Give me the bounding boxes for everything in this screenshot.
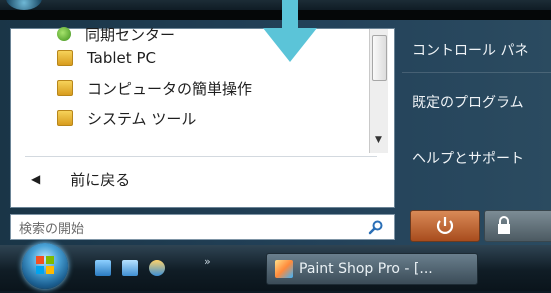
- windows-logo-icon: [36, 256, 54, 274]
- right-pane: コントロール パネ 既定のプログラム ヘルプとサポート: [402, 20, 551, 210]
- search-icon[interactable]: [368, 219, 384, 235]
- quick-launch-more-icon[interactable]: »: [204, 255, 211, 268]
- program-label: Tablet PC: [87, 49, 156, 67]
- back-arrow-icon: ◀: [31, 172, 41, 186]
- lock-button[interactable]: [484, 210, 551, 242]
- taskbar: » Paint Shop Pro - [...: [0, 243, 551, 291]
- orb-reflection: [6, 0, 42, 10]
- sync-center-icon: [57, 27, 71, 41]
- program-label: 同期センター: [85, 25, 176, 44]
- scroll-thumb[interactable]: [372, 35, 387, 81]
- program-item-system-tools[interactable]: システム ツール: [21, 103, 371, 133]
- switch-windows-icon[interactable]: [122, 260, 138, 276]
- programs-scrollbar[interactable]: ▼: [369, 29, 388, 153]
- folder-icon: [57, 50, 73, 66]
- down-arrow-icon: [263, 0, 317, 62]
- scroll-down-icon[interactable]: ▼: [375, 135, 382, 145]
- back-label: 前に戻る: [70, 170, 131, 189]
- divider: [25, 156, 377, 157]
- paint-shop-pro-icon: [275, 260, 293, 278]
- default-programs-link[interactable]: 既定のプログラム: [412, 92, 524, 112]
- program-item-ease-of-access[interactable]: コンピュータの簡単操作: [21, 73, 371, 103]
- folder-icon: [57, 80, 73, 96]
- start-button[interactable]: [22, 243, 68, 289]
- folder-icon: [57, 110, 73, 126]
- power-button[interactable]: [410, 210, 480, 242]
- programs-pane: 同期センター Tablet PC コンピュータの簡単操作 システム ツール ▼ …: [10, 25, 395, 208]
- control-panel-link[interactable]: コントロール パネ: [412, 40, 528, 60]
- search-input[interactable]: 検索の開始: [10, 214, 395, 240]
- power-icon: [436, 217, 454, 234]
- separator: [402, 72, 551, 73]
- internet-explorer-icon[interactable]: [149, 260, 165, 276]
- back-button[interactable]: ◀ 前に戻る: [31, 163, 130, 195]
- taskbar-button-paint-shop-pro[interactable]: Paint Shop Pro - [...: [266, 253, 478, 285]
- task-button-label: Paint Shop Pro - [...: [299, 261, 433, 277]
- program-label: システム ツール: [87, 109, 197, 128]
- show-desktop-icon[interactable]: [95, 260, 111, 276]
- lock-icon: [498, 216, 510, 234]
- program-label: コンピュータの簡単操作: [87, 79, 253, 98]
- search-placeholder: 検索の開始: [19, 221, 85, 237]
- help-support-link[interactable]: ヘルプとサポート: [412, 148, 524, 168]
